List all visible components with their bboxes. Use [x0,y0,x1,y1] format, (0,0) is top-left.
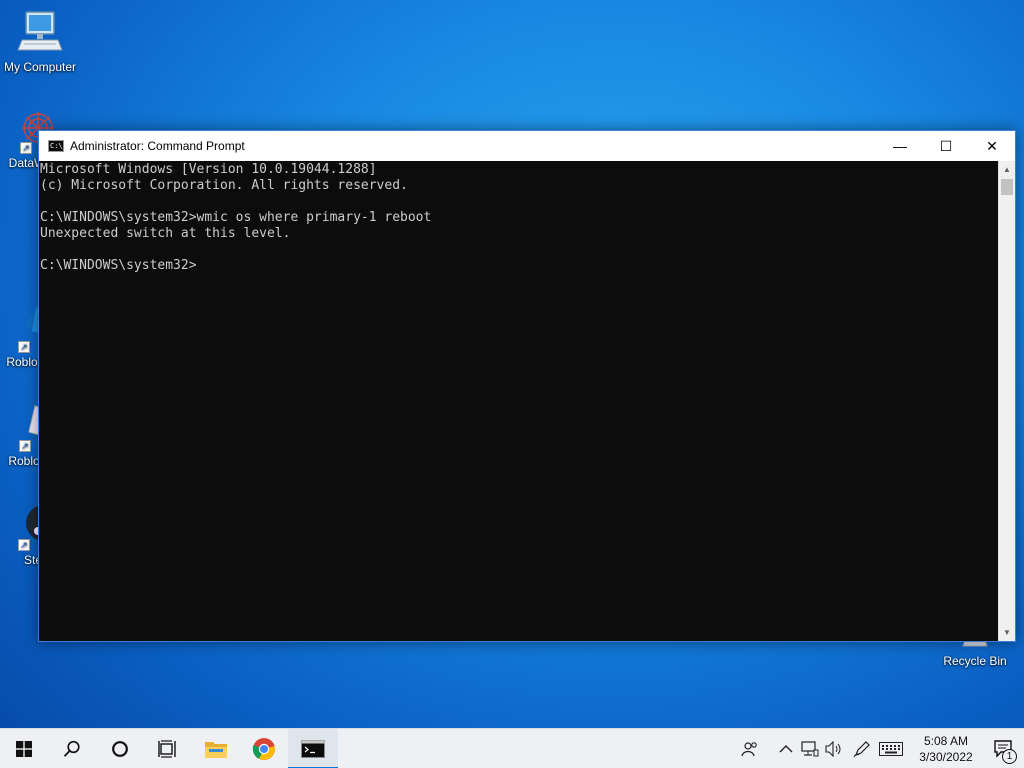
scroll-up-arrow-icon[interactable]: ▲ [999,161,1015,178]
notification-badge: 1 [1002,748,1017,764]
windows-logo-icon [16,740,32,757]
shortcut-arrow-icon: ↗ [20,142,32,154]
console-line: Microsoft Windows [Version 10.0.19044.12… [40,162,377,177]
task-view-icon [158,739,176,758]
shortcut-arrow-icon: ↗ [18,341,30,353]
clock-time: 5:08 AM [923,733,969,748]
task-view-button[interactable] [144,729,192,768]
desktop-icon-my-computer[interactable]: My Computer [0,10,80,74]
maximize-button[interactable]: ☐ [923,131,969,161]
minimize-button[interactable]: — [877,131,923,161]
file-explorer-button[interactable] [192,729,240,768]
system-tray: 5:08 AM 3/30/2022 1 [738,729,1024,768]
shortcut-arrow-icon: ↗ [19,440,31,452]
action-center-button[interactable]: 1 [984,729,1024,768]
shortcut-arrow-icon: ↗ [18,539,30,551]
chevron-up-icon[interactable] [774,729,798,768]
cmd-icon: C:\_ [48,140,67,152]
taskbar: 5:08 AM 3/30/2022 1 [0,728,1024,768]
console-line: Unexpected switch at this level. [40,226,291,241]
console-prompt-line[interactable]: C:\WINDOWS\system32> [40,258,998,274]
search-icon [63,740,80,757]
people-icon[interactable] [738,729,762,768]
window-titlebar[interactable]: C:\_ Administrator: Command Prompt — ☐ ✕ [39,131,1015,161]
taskbar-clock[interactable]: 5:08 AM 3/30/2022 [908,733,984,765]
console-line: (c) Microsoft Corporation. All rights re… [40,178,408,193]
console-line: C:\WINDOWS\system32>wmic os where primar… [40,210,432,225]
cortana-circle-icon [112,740,128,757]
network-icon[interactable] [798,729,822,768]
keyboard-icon[interactable] [874,729,908,768]
start-button[interactable] [0,729,48,768]
computer-icon [16,10,64,58]
command-prompt-window[interactable]: C:\_ Administrator: Command Prompt — ☐ ✕… [38,130,1016,642]
command-prompt-taskbar-button[interactable] [288,728,338,768]
cortana-button[interactable] [96,729,144,768]
desktop-icon-label: My Computer [3,60,77,74]
volume-icon[interactable] [822,729,846,768]
close-button[interactable]: ✕ [969,131,1015,161]
vertical-scrollbar[interactable]: ▲ ▼ [998,161,1015,641]
search-button[interactable] [48,729,96,768]
chrome-button[interactable] [240,729,288,768]
window-title: Administrator: Command Prompt [70,139,245,153]
console-output[interactable]: Microsoft Windows [Version 10.0.19044.12… [39,161,998,641]
cmd-icon [301,739,325,758]
pen-icon[interactable] [850,729,874,768]
scroll-down-arrow-icon[interactable]: ▼ [999,624,1015,641]
desktop-icon-label: Recycle Bin [943,654,1007,668]
scrollbar-thumb[interactable] [1001,179,1013,195]
clock-date: 3/30/2022 [919,749,973,764]
chrome-icon [252,737,275,760]
folder-icon [205,741,227,758]
